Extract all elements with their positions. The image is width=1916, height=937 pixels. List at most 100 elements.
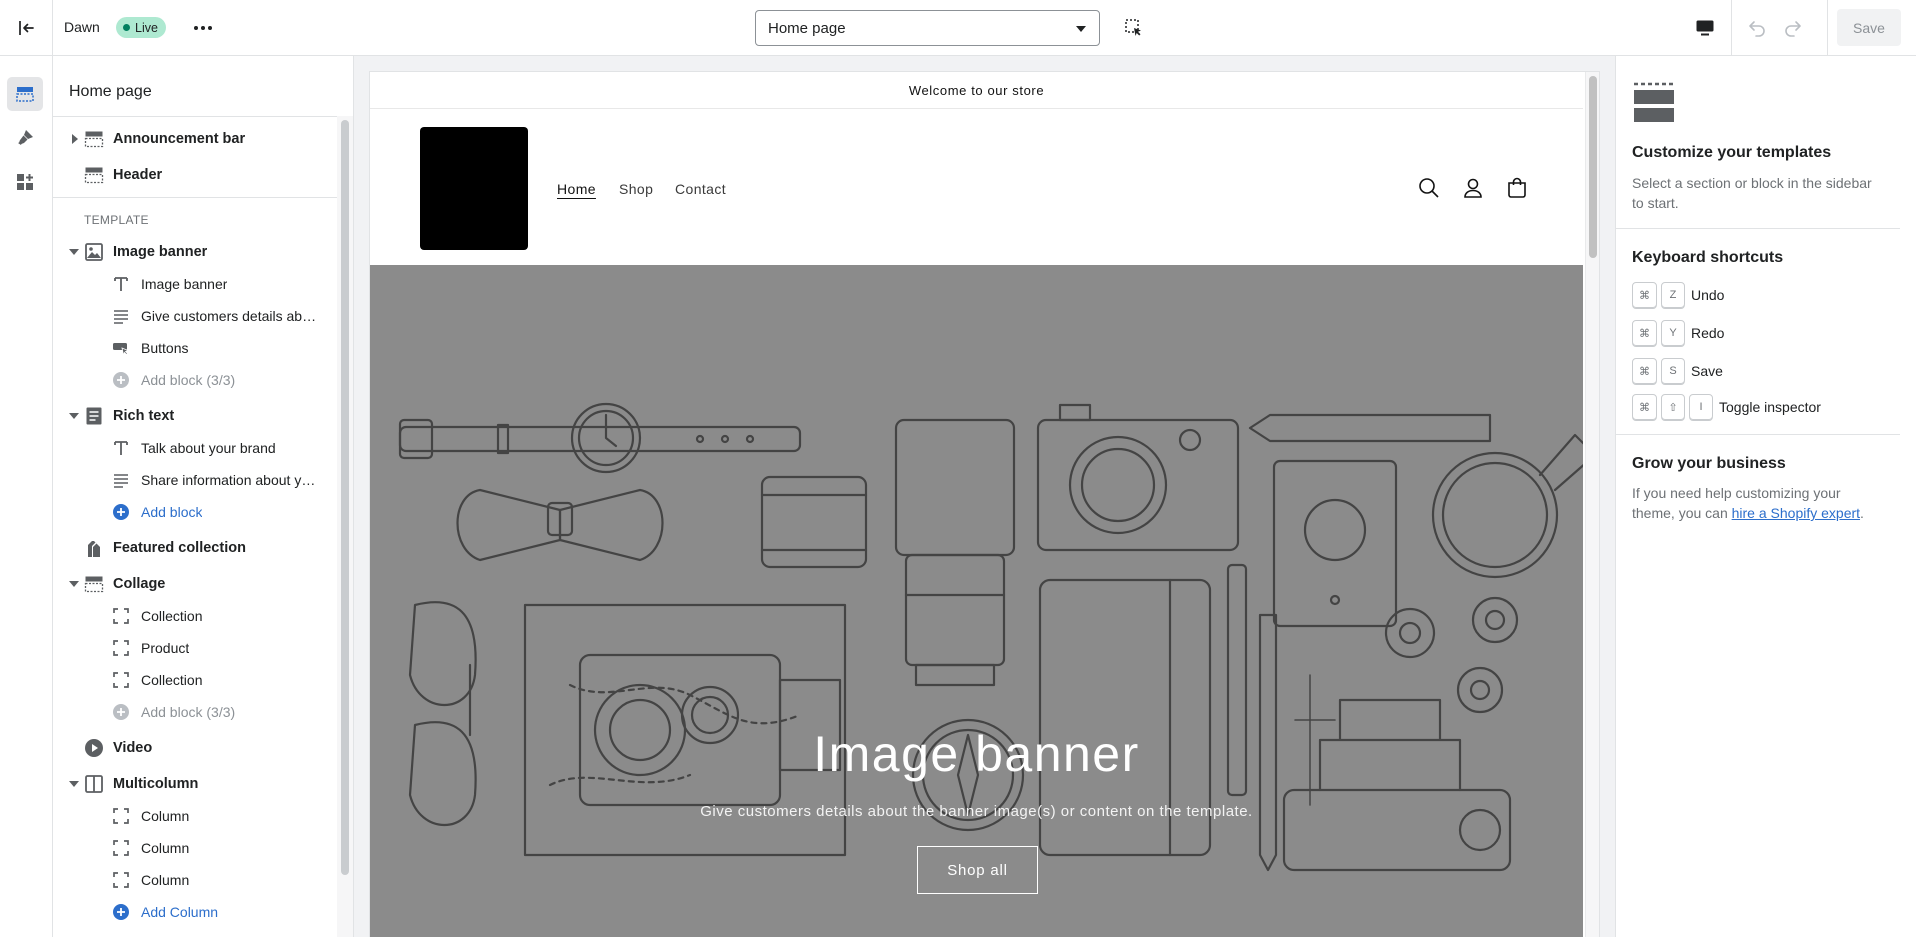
kbd-key: Z [1661,282,1685,308]
grow-title: Grow your business [1632,455,1786,472]
shortcut-label: Undo [1691,287,1725,303]
section-collage[interactable]: Collage [53,568,337,600]
add-block-button[interactable]: Add block [53,496,337,528]
frame-corners-icon [111,806,131,826]
section-featured-collection[interactable]: Featured collection [53,532,337,564]
add-column-label: Add Column [141,904,219,920]
block-text[interactable]: Give customers details about the banner … [53,300,337,332]
section-header[interactable]: Header [53,159,337,191]
section-announcement-bar[interactable]: Announcement bar [53,123,337,155]
button-icon [111,338,131,358]
cart-icon[interactable] [1504,175,1530,201]
block-label: Column [141,840,190,856]
apps-tab[interactable] [7,165,43,199]
collapse-caret-icon[interactable] [69,581,79,587]
section-label: Image banner [113,244,208,260]
redo-button[interactable] [1778,14,1808,42]
divider [1616,434,1901,435]
kbd-key: I [1689,394,1713,420]
frame-corners-icon [111,838,131,858]
account-icon[interactable] [1460,175,1486,201]
block-collection[interactable]: Collection [53,600,337,632]
collapse-caret-icon[interactable] [69,781,79,787]
section-header-icon [84,574,104,594]
section-header-icon [84,165,104,185]
section-label: Video [113,740,153,756]
collapse-caret-icon[interactable] [69,249,79,255]
image-banner-section[interactable]: Image banner Give customers details abou… [370,265,1583,937]
undo-button[interactable] [1742,14,1772,42]
sections-tab[interactable] [7,77,43,111]
text-icon [111,274,131,294]
block-column[interactable]: Column [53,864,337,896]
add-block-button[interactable]: Add block (3/3) [53,696,337,728]
kbd-command: ⌘ [1632,394,1657,420]
preview-scrollbar[interactable] [1589,76,1597,258]
block-label: Buttons [141,340,189,356]
exit-icon [19,21,34,35]
inspector-toggle-button[interactable] [1122,16,1146,40]
device-preview-button[interactable] [1690,15,1720,41]
apps-icon [17,174,33,190]
collapse-caret-icon[interactable] [69,413,79,419]
block-column[interactable]: Column [53,832,337,864]
undo-icon [1749,21,1765,37]
add-circle-icon [111,902,131,922]
kbd-command: ⌘ [1632,320,1657,346]
block-label: Column [141,808,190,824]
storefront-preview[interactable]: Welcome to our store Home Shop Contact I… [370,72,1599,937]
customize-text: Select a section or block in the sidebar… [1632,175,1872,211]
block-column[interactable]: Column [53,800,337,832]
sidebar-scrollbar[interactable] [341,120,349,875]
divider [53,197,337,198]
banner-heading[interactable]: Image banner [370,725,1583,783]
kbd-key: S [1661,358,1685,384]
block-text[interactable]: Share information about your brand with … [53,464,337,496]
shortcut-label: Save [1691,363,1723,379]
grow-text: If you need help customizing your theme,… [1632,483,1882,523]
save-button[interactable]: Save [1837,9,1901,46]
page-select[interactable]: Home page [755,10,1100,46]
shortcuts-title: Keyboard shortcuts [1632,249,1784,266]
add-block-label: Add block (3/3) [141,704,236,720]
sections-sidebar: Home page Announcement bar Header TEMPLA… [53,56,354,937]
shop-all-button[interactable]: Shop all [917,846,1038,894]
add-block-label: Add block [141,504,203,520]
theme-settings-tab[interactable] [7,121,43,155]
shortcut-redo: ⌘ Y Redo [1632,320,1724,346]
hire-expert-link[interactable]: hire a Shopify expert [1732,505,1860,521]
banner-subtext[interactable]: Give customers details about the banner … [370,803,1583,820]
add-block-button[interactable]: Add block (3/3) [53,364,337,396]
help-panel: Customize your templates Select a sectio… [1615,56,1901,937]
block-collection[interactable]: Collection [53,664,337,696]
section-image-banner[interactable]: Image banner [53,236,337,268]
block-label: Product [141,640,190,656]
template-group-label: TEMPLATE [84,213,149,227]
section-rich-text[interactable]: Rich text [53,400,337,432]
expand-caret-icon[interactable] [72,134,78,144]
announcement-bar[interactable]: Welcome to our store [370,72,1583,109]
image-icon [84,242,104,262]
nav-home[interactable]: Home [557,181,596,197]
search-icon[interactable] [1416,175,1442,201]
exit-button[interactable] [0,0,53,56]
shortcut-label: Redo [1691,325,1725,341]
nav-shop[interactable]: Shop [619,181,653,197]
live-badge: Live [116,17,166,38]
nav-contact[interactable]: Contact [675,181,726,197]
store-header[interactable]: Home Shop Contact [370,109,1583,265]
theme-name: Dawn [64,19,100,35]
block-heading[interactable]: Image banner [53,268,337,300]
block-product[interactable]: Product [53,632,337,664]
section-multicolumn[interactable]: Multicolumn [53,768,337,800]
play-circle-icon [84,738,104,758]
add-column-button[interactable]: Add Column [53,896,337,928]
store-logo[interactable] [420,127,528,250]
block-heading[interactable]: Talk about your brand [53,432,337,464]
more-actions-button[interactable] [188,16,218,40]
section-video[interactable]: Video [53,732,337,764]
right-panel-scroll-track [1900,56,1916,937]
section-header-icon [84,129,104,149]
block-buttons[interactable]: Buttons [53,332,337,364]
block-label: Share information about your brand with … [141,472,319,488]
